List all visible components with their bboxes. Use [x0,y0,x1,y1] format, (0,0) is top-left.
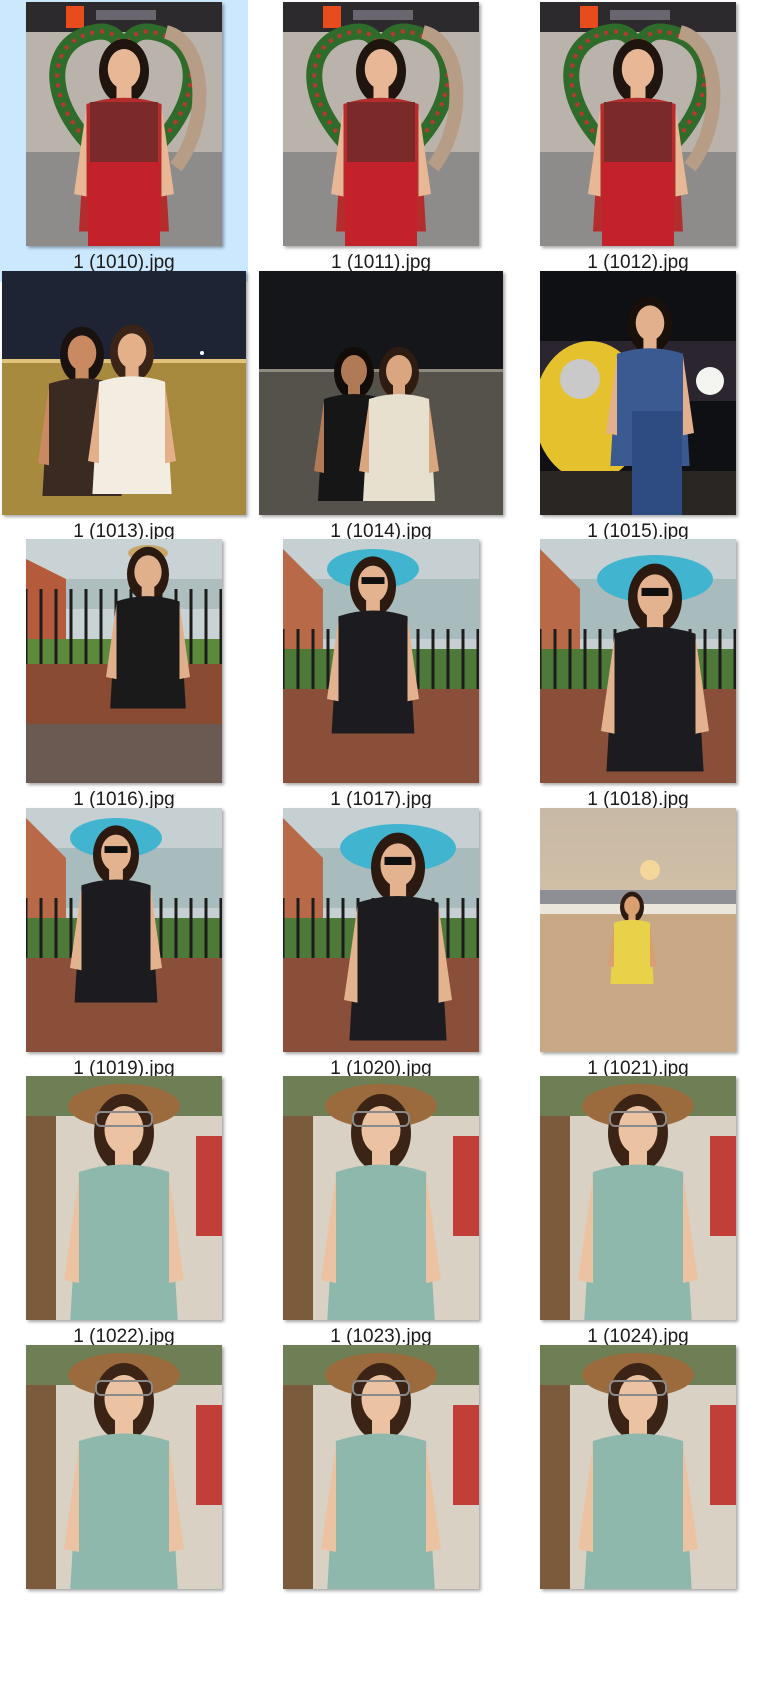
file-item[interactable] [257,1343,505,1625]
file-grid: 1 (1010).jpg 1 (1011).jpg 1 (1012).jpg 1… [0,0,762,1695]
photo-thumbnail[interactable] [540,271,736,515]
file-item[interactable]: 1 (1014).jpg [257,269,505,551]
file-item[interactable]: 1 (1024).jpg [514,1074,762,1356]
photo-thumbnail[interactable] [283,539,479,783]
thumbnail-wrapper [0,808,248,1052]
file-item[interactable]: 1 (1019).jpg [0,806,248,1088]
thumbnail-wrapper [0,1076,248,1320]
photo-thumbnail[interactable] [540,1345,736,1589]
photo-thumbnail[interactable] [283,1076,479,1320]
thumbnail-wrapper [257,808,505,1052]
thumbnail-wrapper [0,539,248,783]
thumbnail-wrapper [257,271,505,515]
photo-thumbnail[interactable] [26,1076,222,1320]
thumbnail-wrapper [514,1345,762,1589]
photo-thumbnail[interactable] [26,2,222,246]
thumbnail-wrapper [514,539,762,783]
file-item[interactable]: 1 (1010).jpg [0,0,248,282]
photo-thumbnail[interactable] [26,808,222,1052]
file-item[interactable]: 1 (1023).jpg [257,1074,505,1356]
thumbnail-wrapper [0,2,248,246]
photo-thumbnail[interactable] [2,271,246,515]
photo-thumbnail[interactable] [283,2,479,246]
file-item[interactable]: 1 (1012).jpg [514,0,762,282]
file-item[interactable]: 1 (1015).jpg [514,269,762,551]
photo-thumbnail[interactable] [259,271,503,515]
photo-thumbnail[interactable] [283,1345,479,1589]
file-item[interactable]: 1 (1018).jpg [514,537,762,819]
file-item[interactable]: 1 (1017).jpg [257,537,505,819]
file-item[interactable]: 1 (1011).jpg [257,0,505,282]
file-item[interactable]: 1 (1013).jpg [0,269,248,551]
file-item[interactable]: 1 (1020).jpg [257,806,505,1088]
thumbnail-wrapper [514,1076,762,1320]
file-item[interactable] [514,1343,762,1625]
thumbnail-wrapper [514,271,762,515]
thumbnail-wrapper [257,1076,505,1320]
thumbnail-wrapper [514,808,762,1052]
thumbnail-wrapper [257,2,505,246]
photo-thumbnail[interactable] [26,539,222,783]
file-item[interactable]: 1 (1021).jpg [514,806,762,1088]
thumbnail-wrapper [0,271,248,515]
file-item[interactable]: 1 (1016).jpg [0,537,248,819]
thumbnail-wrapper [0,1345,248,1589]
photo-thumbnail[interactable] [540,1076,736,1320]
thumbnail-wrapper [257,1345,505,1589]
file-item[interactable] [0,1343,248,1625]
photo-thumbnail[interactable] [283,808,479,1052]
photo-thumbnail[interactable] [26,1345,222,1589]
photo-thumbnail[interactable] [540,808,736,1052]
thumbnail-wrapper [257,539,505,783]
thumbnail-wrapper [514,2,762,246]
photo-thumbnail[interactable] [540,539,736,783]
photo-thumbnail[interactable] [540,2,736,246]
file-item[interactable]: 1 (1022).jpg [0,1074,248,1356]
